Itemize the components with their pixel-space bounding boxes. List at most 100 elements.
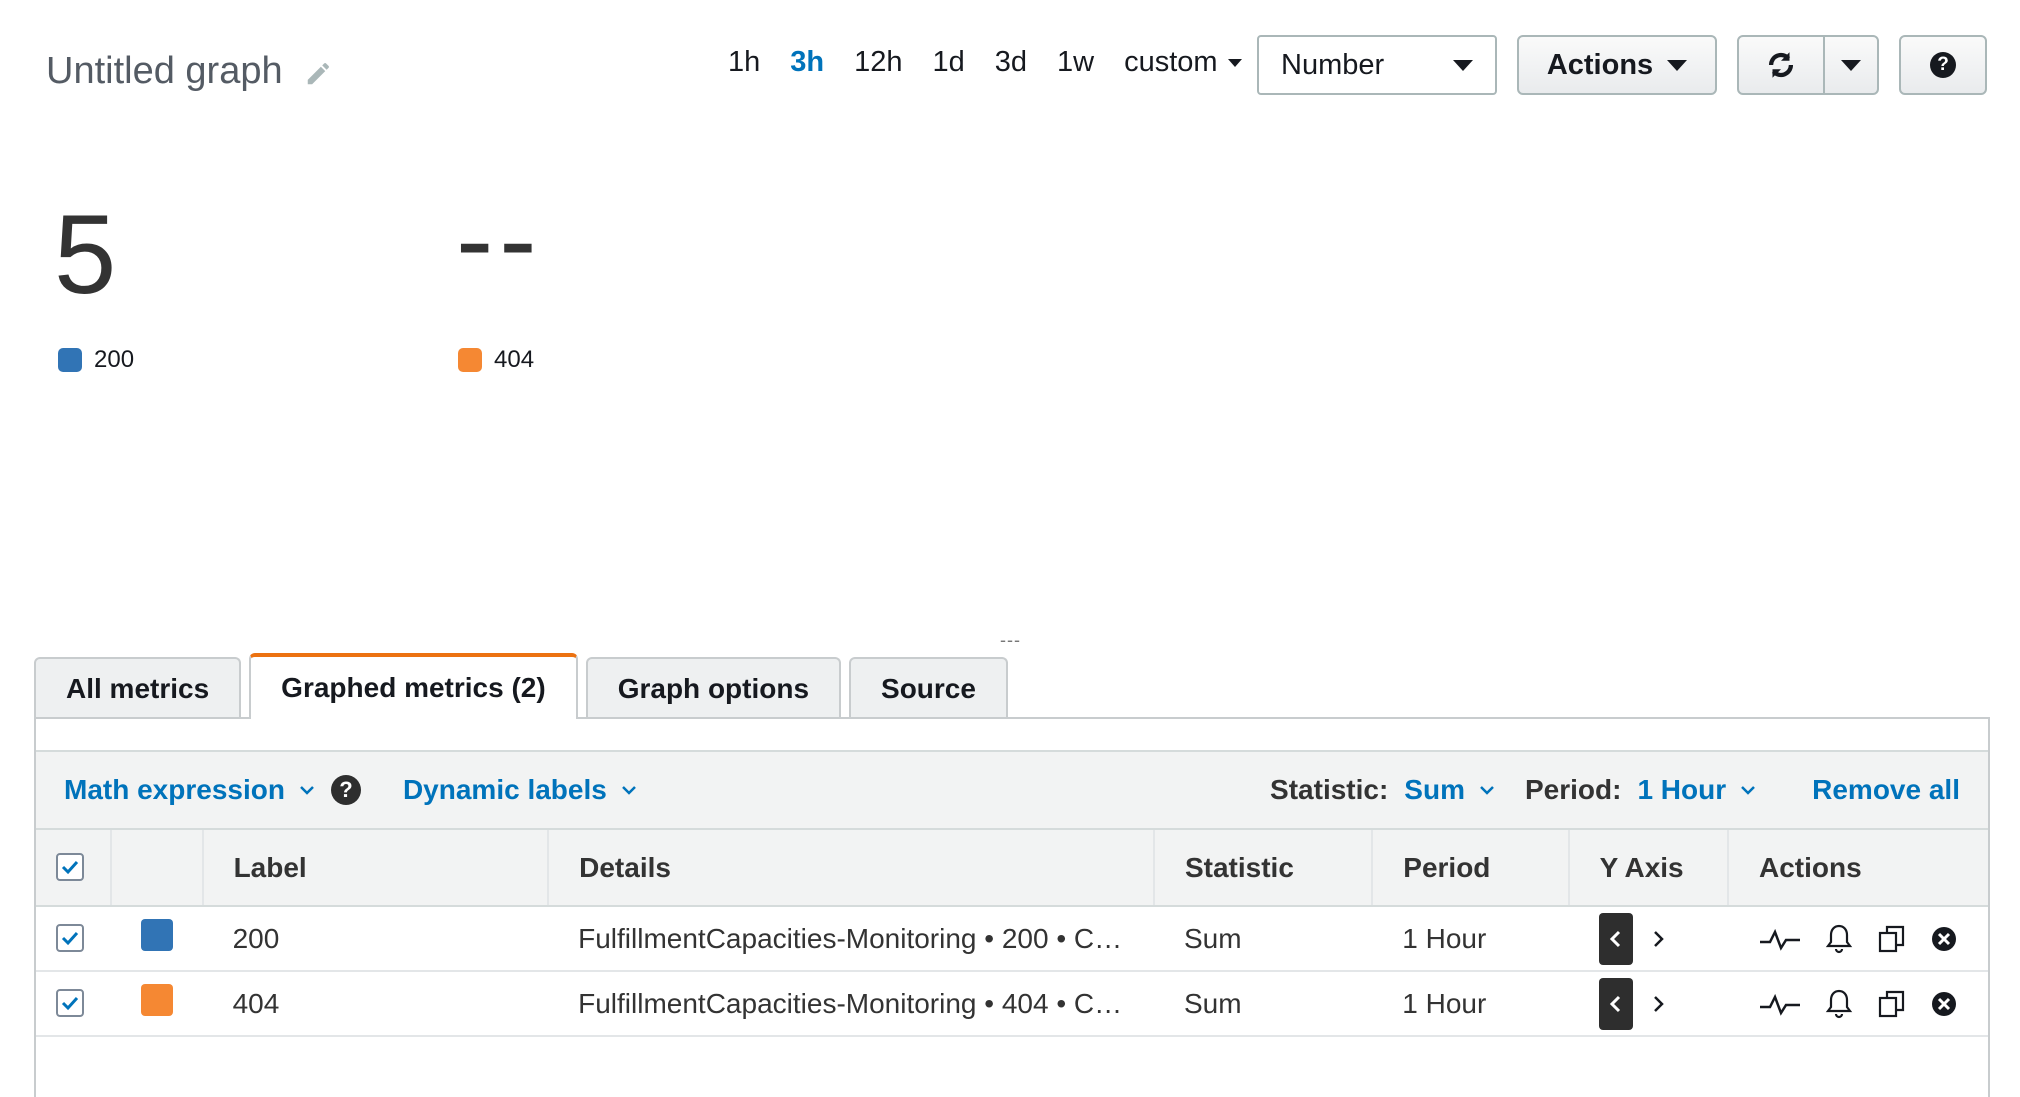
range-1h[interactable]: 1h — [728, 46, 760, 79]
refresh-button[interactable] — [1739, 37, 1825, 93]
chevron-down-icon — [1741, 786, 1756, 795]
period-header[interactable]: Period — [1372, 830, 1570, 907]
math-expression-dropdown[interactable]: Math expression — [64, 774, 315, 806]
chevron-down-icon — [1480, 786, 1494, 795]
caret-down-icon — [1667, 59, 1688, 71]
view-type-select[interactable]: Number — [1257, 35, 1497, 95]
metrics-tabs: All metrics Graphed metrics (2) Graph op… — [34, 653, 1016, 719]
help-icon: ? — [1930, 52, 1956, 78]
row-checkbox[interactable] — [56, 923, 84, 952]
duplicate-icon[interactable] — [1876, 923, 1908, 955]
dynamic-labels-dropdown[interactable]: Dynamic labels — [403, 774, 637, 806]
range-1w[interactable]: 1w — [1057, 46, 1094, 79]
graphed-metrics-table: Label Details Statistic Period Y Axis Ac… — [36, 830, 1988, 1037]
row-checkbox[interactable] — [56, 988, 84, 1017]
refresh-button-group — [1737, 35, 1879, 95]
actions-button-label: Actions — [1546, 48, 1654, 81]
check-icon — [61, 996, 79, 1010]
bell-icon[interactable] — [1824, 922, 1854, 956]
view-type-value: Number — [1281, 48, 1385, 81]
statistic-dropdown[interactable]: Sum — [1404, 774, 1495, 806]
refresh-options-button[interactable] — [1825, 37, 1877, 93]
metric-value-200: 5 — [54, 192, 117, 317]
select-all-checkbox[interactable] — [56, 852, 84, 881]
caret-down-icon — [1227, 58, 1242, 67]
range-1d[interactable]: 1d — [933, 46, 965, 79]
color-header — [110, 830, 204, 907]
graph-icon[interactable] — [1758, 926, 1802, 952]
row-period[interactable]: 1 Hour — [1372, 971, 1569, 1037]
chevron-right-icon[interactable] — [1651, 930, 1665, 948]
period-dropdown[interactable]: 1 Hour — [1637, 774, 1756, 806]
pencil-icon[interactable] — [304, 58, 334, 88]
tab-source[interactable]: Source — [849, 657, 1008, 719]
check-icon — [61, 860, 79, 874]
row-statistic[interactable]: Sum — [1153, 906, 1373, 972]
y-axis-left-button[interactable] — [1598, 977, 1633, 1030]
row-actions — [1728, 971, 1988, 1037]
math-expression-label: Math expression — [64, 774, 285, 805]
row-statistic[interactable]: Sum — [1153, 971, 1373, 1037]
range-3h[interactable]: 3h — [790, 46, 824, 79]
actions-button[interactable]: Actions — [1517, 35, 1717, 95]
remove-icon[interactable] — [1930, 990, 1958, 1018]
legend-item-200: 200 — [58, 346, 134, 374]
label-header[interactable]: Label — [202, 830, 550, 907]
color-swatch[interactable] — [140, 919, 173, 951]
legend-swatch — [458, 348, 482, 372]
chevron-left-icon — [1609, 995, 1620, 1012]
y-axis-header[interactable]: Y Axis — [1568, 830, 1730, 907]
row-label[interactable]: 404 — [202, 971, 549, 1037]
dynamic-labels-label: Dynamic labels — [402, 774, 607, 805]
chevron-down-icon — [300, 786, 314, 795]
legend-swatch — [58, 348, 82, 372]
row-color-cell — [110, 971, 203, 1037]
range-3d[interactable]: 3d — [995, 46, 1027, 79]
help-button[interactable]: ? — [1899, 35, 1987, 95]
range-12h[interactable]: 12h — [854, 46, 902, 79]
graph-icon[interactable] — [1758, 991, 1802, 1017]
table-row: 404 FulfillmentCapacities-Monitoring • 4… — [36, 971, 1988, 1037]
actions-header: Actions — [1728, 830, 1988, 907]
time-range-selector: 1h 3h 12h 1d 3d 1w custom — [728, 46, 1272, 79]
row-details: FulfillmentCapacities-Monitoring • 404 •… — [548, 971, 1154, 1037]
duplicate-icon[interactable] — [1876, 988, 1908, 1020]
period-label: Period: — [1524, 774, 1622, 805]
statistic-header[interactable]: Statistic — [1153, 830, 1374, 907]
details-header[interactable]: Details — [548, 830, 1155, 907]
refresh-icon — [1768, 52, 1794, 78]
chevron-down-icon — [621, 786, 636, 795]
help-icon[interactable]: ? — [330, 775, 361, 805]
resize-handle[interactable]: --- — [1000, 630, 1021, 651]
y-axis-left-button[interactable] — [1598, 912, 1633, 965]
row-y-axis — [1568, 971, 1728, 1037]
statistic-value: Sum — [1404, 774, 1465, 805]
caret-down-icon — [1453, 59, 1473, 71]
graphed-metrics-panel: Math expression ? Dynamic labels Statist… — [34, 717, 1990, 1097]
table-header-row: Label Details Statistic Period Y Axis Ac… — [36, 830, 1988, 907]
tab-graphed-metrics[interactable]: Graphed metrics (2) — [249, 653, 578, 719]
row-period[interactable]: 1 Hour — [1372, 906, 1569, 972]
color-swatch[interactable] — [140, 984, 173, 1016]
statistic-label: Statistic: — [1270, 774, 1389, 805]
remove-all-link[interactable]: Remove all — [1812, 774, 1960, 806]
select-all-header — [36, 830, 112, 907]
bell-icon[interactable] — [1824, 987, 1854, 1021]
legend-item-404: 404 — [458, 346, 534, 374]
metrics-toolbar: Math expression ? Dynamic labels Statist… — [36, 750, 1988, 830]
check-icon — [61, 931, 79, 945]
graph-title[interactable]: Untitled graph — [46, 50, 283, 93]
row-label[interactable]: 200 — [202, 906, 549, 972]
chevron-right-icon[interactable] — [1651, 995, 1665, 1013]
legend-label: 200 — [94, 346, 135, 373]
remove-icon[interactable] — [1930, 925, 1958, 953]
row-details: FulfillmentCapacities-Monitoring • 200 •… — [548, 906, 1154, 972]
table-row: 200 FulfillmentCapacities-Monitoring • 2… — [36, 906, 1988, 972]
range-custom[interactable]: custom — [1124, 46, 1242, 79]
metric-value-404: -- — [456, 177, 543, 302]
tab-graph-options[interactable]: Graph options — [585, 657, 842, 719]
caret-down-icon — [1841, 59, 1861, 71]
tab-all-metrics[interactable]: All metrics — [34, 657, 242, 719]
row-y-axis — [1568, 906, 1728, 972]
chevron-left-icon — [1609, 930, 1620, 947]
